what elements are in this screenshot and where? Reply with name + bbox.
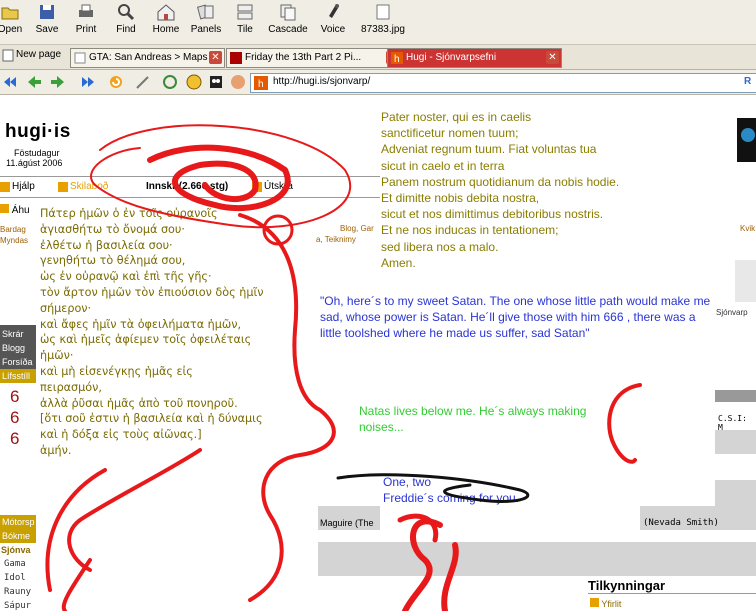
scribble-swirl-outer [90, 124, 352, 229]
scribble-body [61, 213, 336, 611]
scribble-squiggle [402, 518, 459, 611]
scribble-overlay [45, 124, 642, 611]
scribble-left-arc [45, 468, 107, 592]
scribble-black [336, 473, 530, 503]
scribble-hook [607, 383, 642, 464]
scribble-swirl-inner [147, 144, 291, 211]
